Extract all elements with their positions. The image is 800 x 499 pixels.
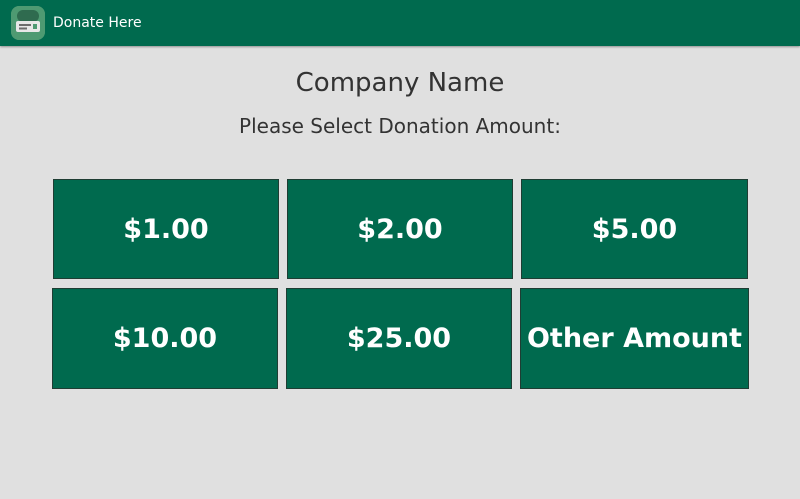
company-name: Company Name bbox=[295, 68, 505, 98]
other-amount-button[interactable]: Other Amount bbox=[520, 288, 749, 389]
donate-2-button[interactable]: $2.00 bbox=[287, 179, 513, 279]
donate-1-button[interactable]: $1.00 bbox=[53, 179, 279, 279]
app-title: Donate Here bbox=[53, 15, 142, 31]
donation-app-icon[interactable] bbox=[11, 6, 45, 40]
donate-5-button[interactable]: $5.00 bbox=[521, 179, 748, 279]
donate-10-button[interactable]: $10.00 bbox=[52, 288, 278, 389]
donate-25-button[interactable]: $25.00 bbox=[286, 288, 512, 389]
donation-prompt: Please Select Donation Amount: bbox=[239, 114, 561, 138]
action-bar: Donate Here bbox=[0, 0, 800, 46]
